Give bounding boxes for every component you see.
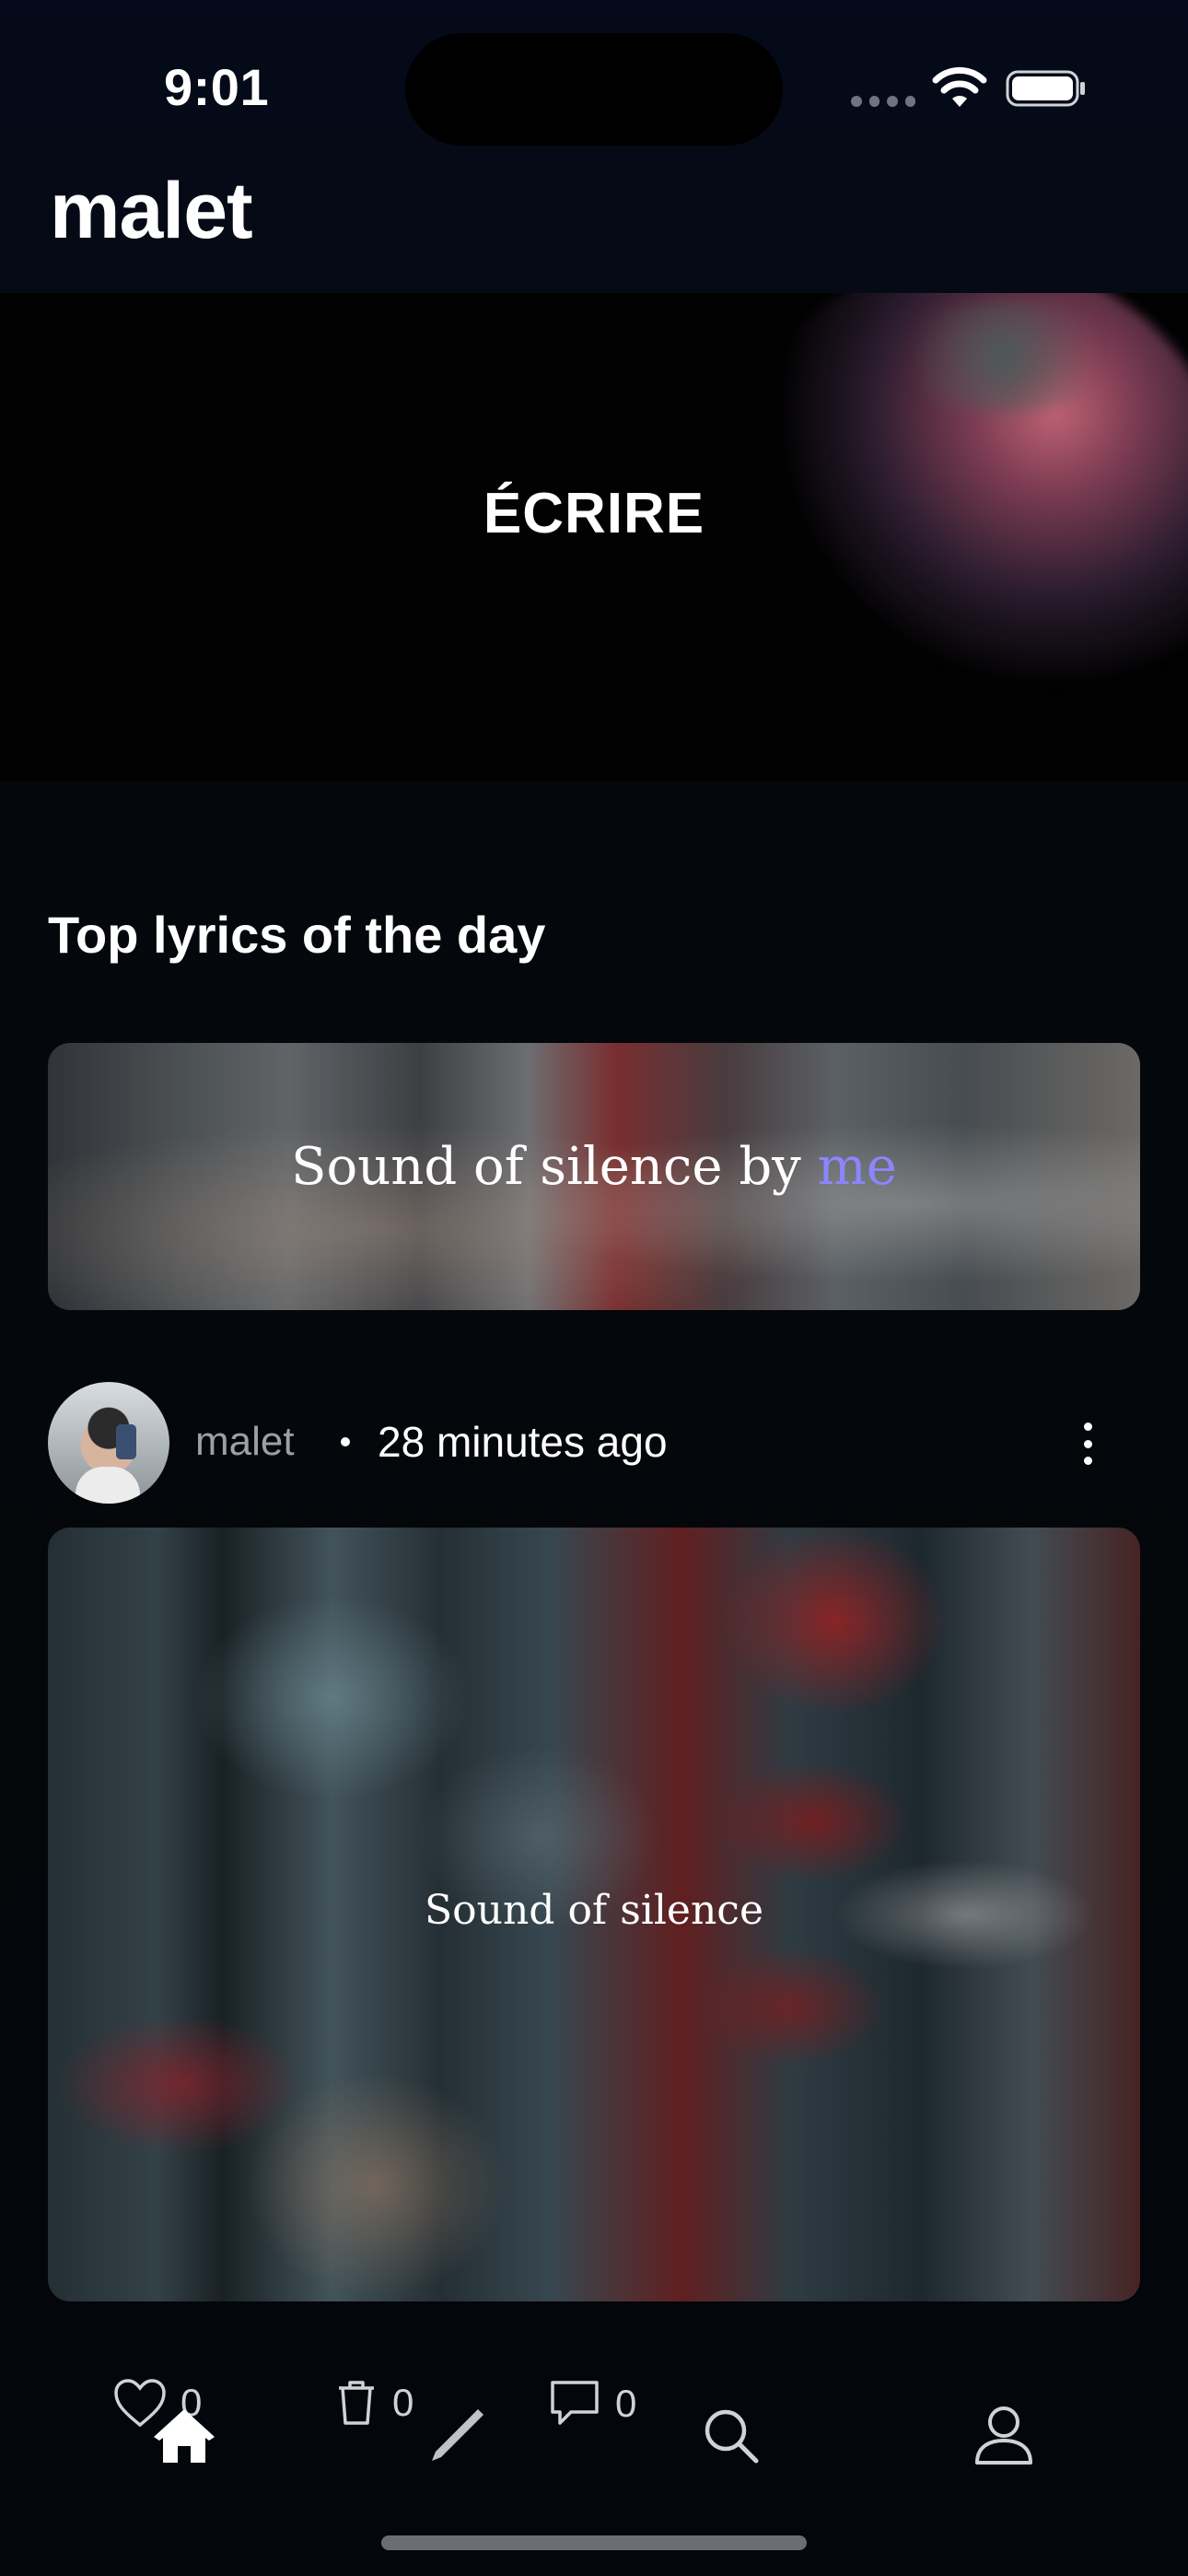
battery-icon [1006,70,1085,107]
top-lyric-song: Sound of silence [291,1137,723,1197]
delete-count: 0 [392,2381,414,2424]
avatar[interactable] [48,1382,169,1504]
search-icon [705,2409,759,2464]
banner-image-highlight [884,302,1124,413]
post-username[interactable]: malet [195,1419,295,1465]
post-lyric-title: Sound of silence [424,1887,763,1934]
comment-icon [551,2381,599,2425]
tab-search[interactable] [694,2399,768,2473]
top-lyric-author-link[interactable]: me [818,1137,897,1197]
more-vertical-icon[interactable] [1072,1423,1103,1465]
dynamic-island [405,33,783,146]
home-icon [154,2409,215,2463]
status-time: 9:01 [164,58,270,116]
top-lyric-text: Sound of silence by me [48,1137,1140,1197]
home-indicator [381,2535,807,2550]
tab-profile[interactable] [967,2399,1041,2473]
comment-button[interactable]: 0 [547,2377,636,2430]
top-lyric-by: by [739,1137,801,1197]
tab-home[interactable] [147,2399,221,2473]
screen: 9:01 malet ÉCRIRE Top lyrics of the day … [0,0,1188,2576]
section-title: Top lyrics of the day [48,906,546,964]
avatar-figure [76,1467,140,1504]
write-banner-label[interactable]: ÉCRIRE [0,481,1188,546]
comment-count: 0 [615,2382,637,2425]
tab-write[interactable] [420,2399,494,2473]
wifi-icon [932,66,987,107]
delete-button[interactable]: 0 [333,2377,413,2429]
profile-icon [975,2406,1032,2465]
cellular-signal-icon [851,96,915,109]
avatar-phone [116,1424,136,1459]
post-timestamp: 28 minutes ago [378,1418,668,1466]
trash-icon [339,2381,374,2425]
app-title: malet [50,167,253,255]
separator-dot [341,1437,350,1446]
top-lyric-card[interactable]: Sound of silence by me [48,1043,1140,1310]
pencil-icon [432,2409,483,2461]
post-lyric-card[interactable]: Sound of silence [48,1528,1140,2301]
